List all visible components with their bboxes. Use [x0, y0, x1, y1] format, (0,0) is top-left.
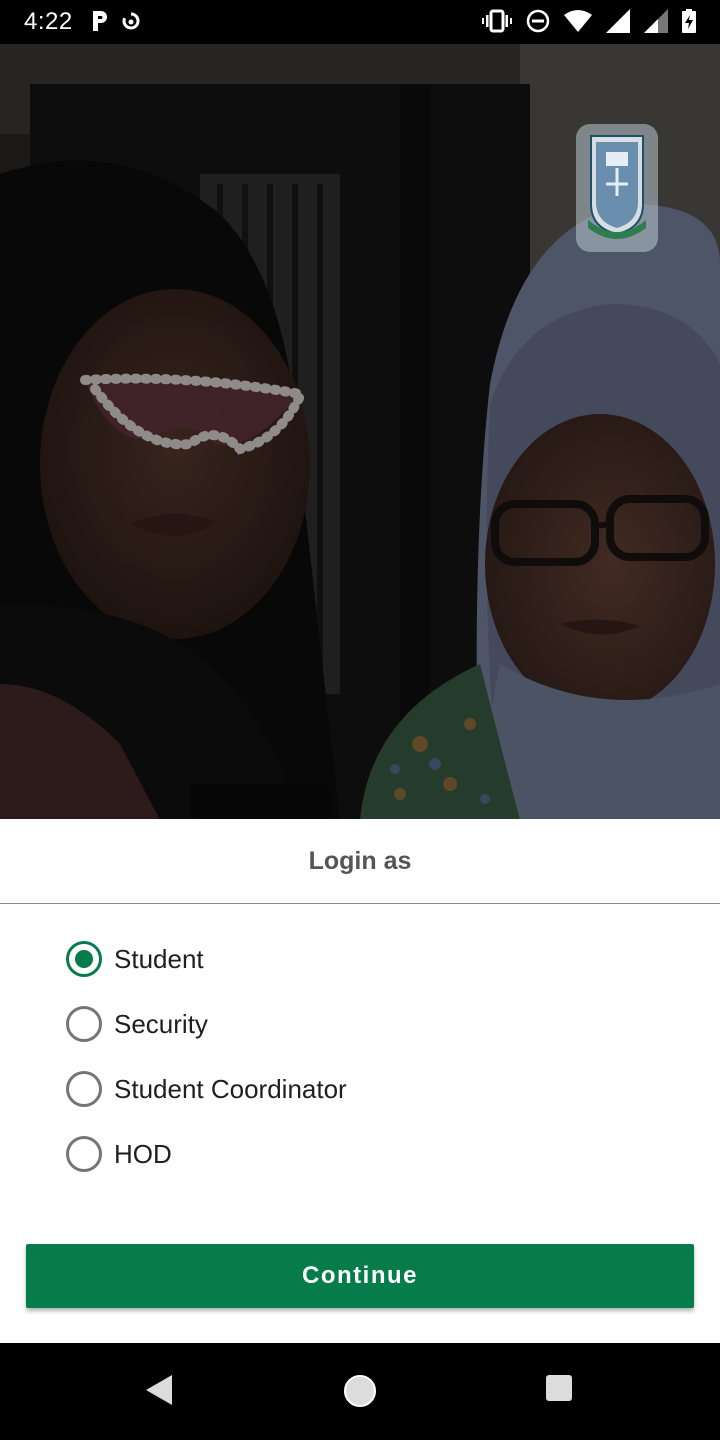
cell-signal-2-icon	[644, 9, 668, 33]
role-option-student-coordinator[interactable]: Student Coordinator	[66, 1065, 666, 1113]
do-not-disturb-icon	[526, 9, 550, 33]
radio-unchecked-icon[interactable]	[66, 1071, 102, 1107]
system-nav-bar	[0, 1343, 720, 1440]
sheet-title: Login as	[308, 846, 412, 875]
role-option-security[interactable]: Security	[66, 1000, 666, 1048]
recents-icon[interactable]	[544, 1373, 574, 1408]
role-option-label: Security	[114, 1008, 208, 1039]
role-option-label: HOD	[114, 1138, 172, 1169]
radio-checked-icon[interactable]	[66, 941, 102, 977]
role-option-hod[interactable]: HOD	[66, 1130, 666, 1178]
hero-photo	[0, 44, 720, 820]
sync-icon	[122, 11, 140, 31]
status-right-icons	[482, 8, 696, 34]
cell-signal-icon	[606, 9, 630, 33]
parking-app-icon	[90, 9, 110, 33]
home-icon[interactable]	[342, 1373, 378, 1414]
status-bar: 4:22	[0, 0, 720, 44]
school-crest-logo	[576, 124, 658, 252]
wifi-icon	[564, 10, 592, 32]
role-option-label: Student Coordinator	[114, 1073, 347, 1104]
radio-unchecked-icon[interactable]	[66, 1136, 102, 1172]
screen: 4:22 Login as Student Security Student C…	[0, 0, 720, 1440]
continue-button[interactable]: Continue	[26, 1244, 694, 1308]
login-sheet: Login as Student Security Student Coordi…	[0, 819, 720, 1343]
radio-unchecked-icon[interactable]	[66, 1006, 102, 1042]
vibrate-icon	[482, 9, 512, 33]
role-option-label: Student	[114, 943, 204, 974]
status-left-icons	[90, 8, 140, 34]
status-time: 4:22	[24, 8, 73, 35]
role-option-student[interactable]: Student	[66, 935, 666, 983]
sheet-divider	[0, 903, 720, 904]
battery-charging-icon	[682, 9, 696, 33]
back-icon[interactable]	[144, 1373, 174, 1412]
